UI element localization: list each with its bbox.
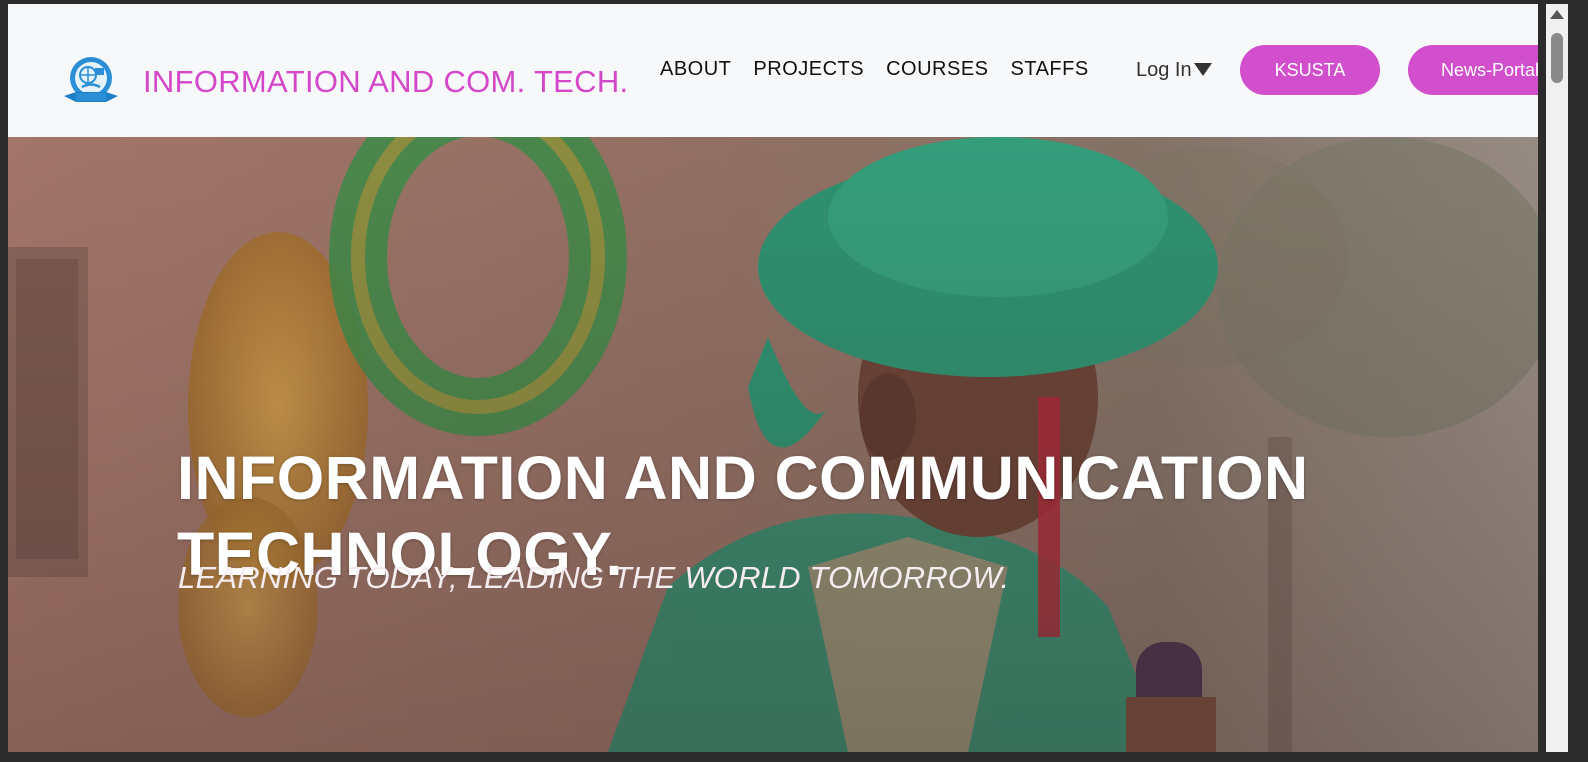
hero-banner: INFORMATION AND COMMUNICATION TECHNOLOGY… <box>8 137 1538 752</box>
news-portal-button[interactable]: News-Portal <box>1408 45 1538 95</box>
scrollbar-thumb[interactable] <box>1551 33 1563 83</box>
login-label: Log In <box>1136 59 1192 81</box>
nav-link-about[interactable]: ABOUT <box>660 58 731 81</box>
nav-link-courses[interactable]: COURSES <box>886 58 988 81</box>
window-bottom-border <box>0 752 1588 762</box>
login-dropdown[interactable]: Log In <box>1136 59 1212 82</box>
hero-subtitle: LEARNING TODAY, LEADING THE WORLD TOMORR… <box>178 560 1010 595</box>
ksusta-button[interactable]: KSUSTA <box>1240 45 1380 95</box>
ict-crest-logo-icon[interactable] <box>60 54 122 110</box>
window-left-border <box>0 0 8 762</box>
navbar: INFORMATION AND COM. TECH. ABOUT PROJECT… <box>8 4 1538 137</box>
nav-link-staffs[interactable]: STAFFS <box>1011 58 1089 81</box>
window-right-border <box>1568 0 1588 762</box>
vertical-scrollbar[interactable] <box>1546 4 1568 752</box>
main-nav: ABOUT PROJECTS COURSES STAFFS <box>660 58 1089 81</box>
page-viewport: INFORMATION AND COM. TECH. ABOUT PROJECT… <box>8 4 1538 752</box>
brand-title[interactable]: INFORMATION AND COM. TECH. <box>143 64 628 100</box>
nav-link-projects[interactable]: PROJECTS <box>753 58 864 81</box>
scroll-up-arrow-icon[interactable] <box>1550 10 1564 19</box>
caret-down-icon <box>1193 63 1212 76</box>
